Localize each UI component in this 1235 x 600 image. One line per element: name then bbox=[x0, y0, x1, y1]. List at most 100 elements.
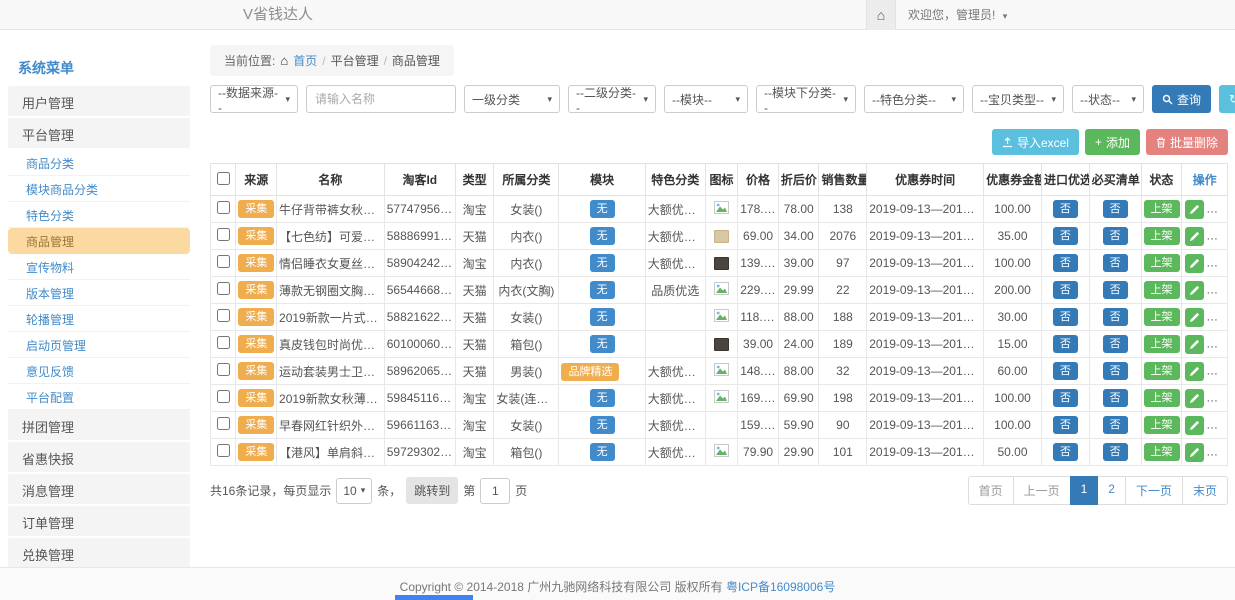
imported-toggle-badge[interactable]: 否 bbox=[1053, 389, 1078, 407]
status-badge[interactable]: 上架 bbox=[1144, 416, 1180, 434]
icp-link[interactable]: 粤ICP备16098006号 bbox=[726, 580, 835, 594]
row-checkbox[interactable] bbox=[217, 417, 230, 430]
sidebar-item[interactable]: 省惠快报 bbox=[8, 442, 190, 472]
module-subcategory-select[interactable]: --模块下分类--▾ bbox=[756, 85, 856, 113]
sidebar-item[interactable]: 消息管理 bbox=[8, 474, 190, 504]
chevron-down-icon: ▾ bbox=[1003, 11, 1008, 21]
item-type-select[interactable]: --宝贝类型--▾ bbox=[972, 85, 1064, 113]
sidebar-item[interactable]: 启动页管理 bbox=[8, 332, 190, 358]
status-badge[interactable]: 上架 bbox=[1144, 308, 1180, 326]
row-checkbox[interactable] bbox=[217, 309, 230, 322]
imported-toggle-badge[interactable]: 否 bbox=[1053, 254, 1078, 272]
level2-category-select[interactable]: --二级分类--▾ bbox=[568, 85, 656, 113]
must-buy-toggle-badge[interactable]: 否 bbox=[1103, 308, 1128, 326]
edit-button[interactable] bbox=[1185, 362, 1204, 381]
row-checkbox[interactable] bbox=[217, 363, 230, 376]
row-checkbox[interactable] bbox=[217, 201, 230, 214]
name-search-input[interactable] bbox=[306, 85, 456, 113]
cell-operations bbox=[1182, 412, 1228, 439]
must-buy-toggle-badge[interactable]: 否 bbox=[1103, 362, 1128, 380]
imported-toggle-badge[interactable]: 否 bbox=[1053, 200, 1078, 218]
module-select[interactable]: --模块--▾ bbox=[664, 85, 748, 113]
special-category-select[interactable]: --特色分类--▾ bbox=[864, 85, 964, 113]
imported-toggle-badge[interactable]: 否 bbox=[1053, 308, 1078, 326]
row-checkbox[interactable] bbox=[217, 390, 230, 403]
imported-toggle-badge[interactable]: 否 bbox=[1053, 416, 1078, 434]
must-buy-toggle-badge[interactable]: 否 bbox=[1103, 389, 1128, 407]
search-button[interactable]: 查询 bbox=[1152, 85, 1211, 113]
jump-to-button[interactable]: 跳转到 bbox=[406, 477, 458, 504]
pager-item[interactable]: 1 bbox=[1070, 476, 1099, 505]
sidebar-item[interactable]: 平台配置 bbox=[8, 384, 190, 410]
sidebar-item[interactable]: 版本管理 bbox=[8, 280, 190, 306]
sidebar-item[interactable]: 兑换管理 bbox=[8, 538, 190, 568]
status-badge[interactable]: 上架 bbox=[1144, 335, 1180, 353]
imported-toggle-badge[interactable]: 否 bbox=[1053, 362, 1078, 380]
must-buy-toggle-badge[interactable]: 否 bbox=[1103, 200, 1128, 218]
sidebar-item[interactable]: 轮播管理 bbox=[8, 306, 190, 332]
imported-toggle-badge[interactable]: 否 bbox=[1053, 335, 1078, 353]
row-checkbox[interactable] bbox=[217, 444, 230, 457]
breadcrumb-home-link[interactable]: 首页 bbox=[293, 52, 317, 69]
edit-button[interactable] bbox=[1185, 254, 1204, 273]
batch-delete-button[interactable]: 批量删除 bbox=[1146, 129, 1228, 155]
data-source-select[interactable]: --数据来源--▾ bbox=[210, 85, 298, 113]
row-checkbox[interactable] bbox=[217, 228, 230, 241]
must-buy-toggle-badge[interactable]: 否 bbox=[1103, 227, 1128, 245]
row-checkbox[interactable] bbox=[217, 282, 230, 295]
edit-button[interactable] bbox=[1185, 443, 1204, 462]
must-buy-toggle-badge[interactable]: 否 bbox=[1103, 335, 1128, 353]
edit-button[interactable] bbox=[1185, 281, 1204, 300]
must-buy-toggle-badge[interactable]: 否 bbox=[1103, 416, 1128, 434]
edit-button[interactable] bbox=[1185, 335, 1204, 354]
edit-button[interactable] bbox=[1185, 416, 1204, 435]
module-subcategory-select-value: --模块下分类-- bbox=[764, 84, 839, 115]
sidebar-item[interactable]: 拼团管理 bbox=[8, 410, 190, 440]
user-menu[interactable]: 欢迎您，管理员! ▾ bbox=[908, 0, 1007, 31]
status-select[interactable]: --状态--▾ bbox=[1072, 85, 1144, 113]
jump-page-input[interactable] bbox=[480, 478, 510, 504]
status-badge[interactable]: 上架 bbox=[1144, 200, 1180, 218]
import-excel-button[interactable]: 导入excel bbox=[992, 129, 1079, 155]
sidebar-item[interactable]: 宣传物料 bbox=[8, 254, 190, 280]
sidebar-item[interactable]: 商品分类 bbox=[8, 150, 190, 176]
home-button[interactable]: ⌂ bbox=[866, 0, 896, 30]
status-badge[interactable]: 上架 bbox=[1144, 254, 1180, 272]
level1-category-select[interactable]: 一级分类▾ bbox=[464, 85, 560, 113]
imported-toggle-badge[interactable]: 否 bbox=[1053, 443, 1078, 461]
imported-toggle-badge[interactable]: 否 bbox=[1053, 227, 1078, 245]
pager-item[interactable]: 2 bbox=[1097, 476, 1126, 505]
cell-coupon-time: 2019-09-13—2019-09-18 bbox=[867, 439, 984, 466]
edit-button[interactable] bbox=[1185, 227, 1204, 246]
must-buy-toggle-badge[interactable]: 否 bbox=[1103, 281, 1128, 299]
table-row: 采集早春网红针织外套女春...596611634525淘宝女装()无大额优惠券1… bbox=[211, 412, 1228, 439]
status-badge[interactable]: 上架 bbox=[1144, 281, 1180, 299]
must-buy-toggle-badge[interactable]: 否 bbox=[1103, 254, 1128, 272]
status-badge[interactable]: 上架 bbox=[1144, 362, 1180, 380]
row-checkbox[interactable] bbox=[217, 255, 230, 268]
pager-item[interactable]: 末页 bbox=[1182, 476, 1228, 505]
must-buy-toggle-badge[interactable]: 否 bbox=[1103, 443, 1128, 461]
sidebar-item[interactable]: 意见反馈 bbox=[8, 358, 190, 384]
row-checkbox[interactable] bbox=[217, 336, 230, 349]
per-page-select[interactable]: 10 ▾ bbox=[336, 478, 372, 504]
pager-item[interactable]: 首页 bbox=[968, 476, 1014, 505]
select-all-checkbox[interactable] bbox=[217, 172, 230, 185]
edit-button[interactable] bbox=[1185, 389, 1204, 408]
status-badge[interactable]: 上架 bbox=[1144, 443, 1180, 461]
status-badge[interactable]: 上架 bbox=[1144, 389, 1180, 407]
edit-button[interactable] bbox=[1185, 308, 1204, 327]
status-badge[interactable]: 上架 bbox=[1144, 227, 1180, 245]
pager-item[interactable]: 下一页 bbox=[1125, 476, 1183, 505]
edit-button[interactable] bbox=[1185, 200, 1204, 219]
sidebar-item[interactable]: 用户管理 bbox=[8, 86, 190, 116]
pager-item[interactable]: 上一页 bbox=[1013, 476, 1071, 505]
sidebar-item[interactable]: 模块商品分类 bbox=[8, 176, 190, 202]
add-button[interactable]: + 添加 bbox=[1085, 129, 1140, 155]
sidebar-item[interactable]: 订单管理 bbox=[8, 506, 190, 536]
sidebar-item[interactable]: 商品管理 bbox=[8, 228, 190, 254]
sidebar-item[interactable]: 平台管理 bbox=[8, 118, 190, 148]
sidebar-item[interactable]: 特色分类 bbox=[8, 202, 190, 228]
imported-toggle-badge[interactable]: 否 bbox=[1053, 281, 1078, 299]
reset-button[interactable]: ↻ 重置 bbox=[1219, 85, 1235, 113]
